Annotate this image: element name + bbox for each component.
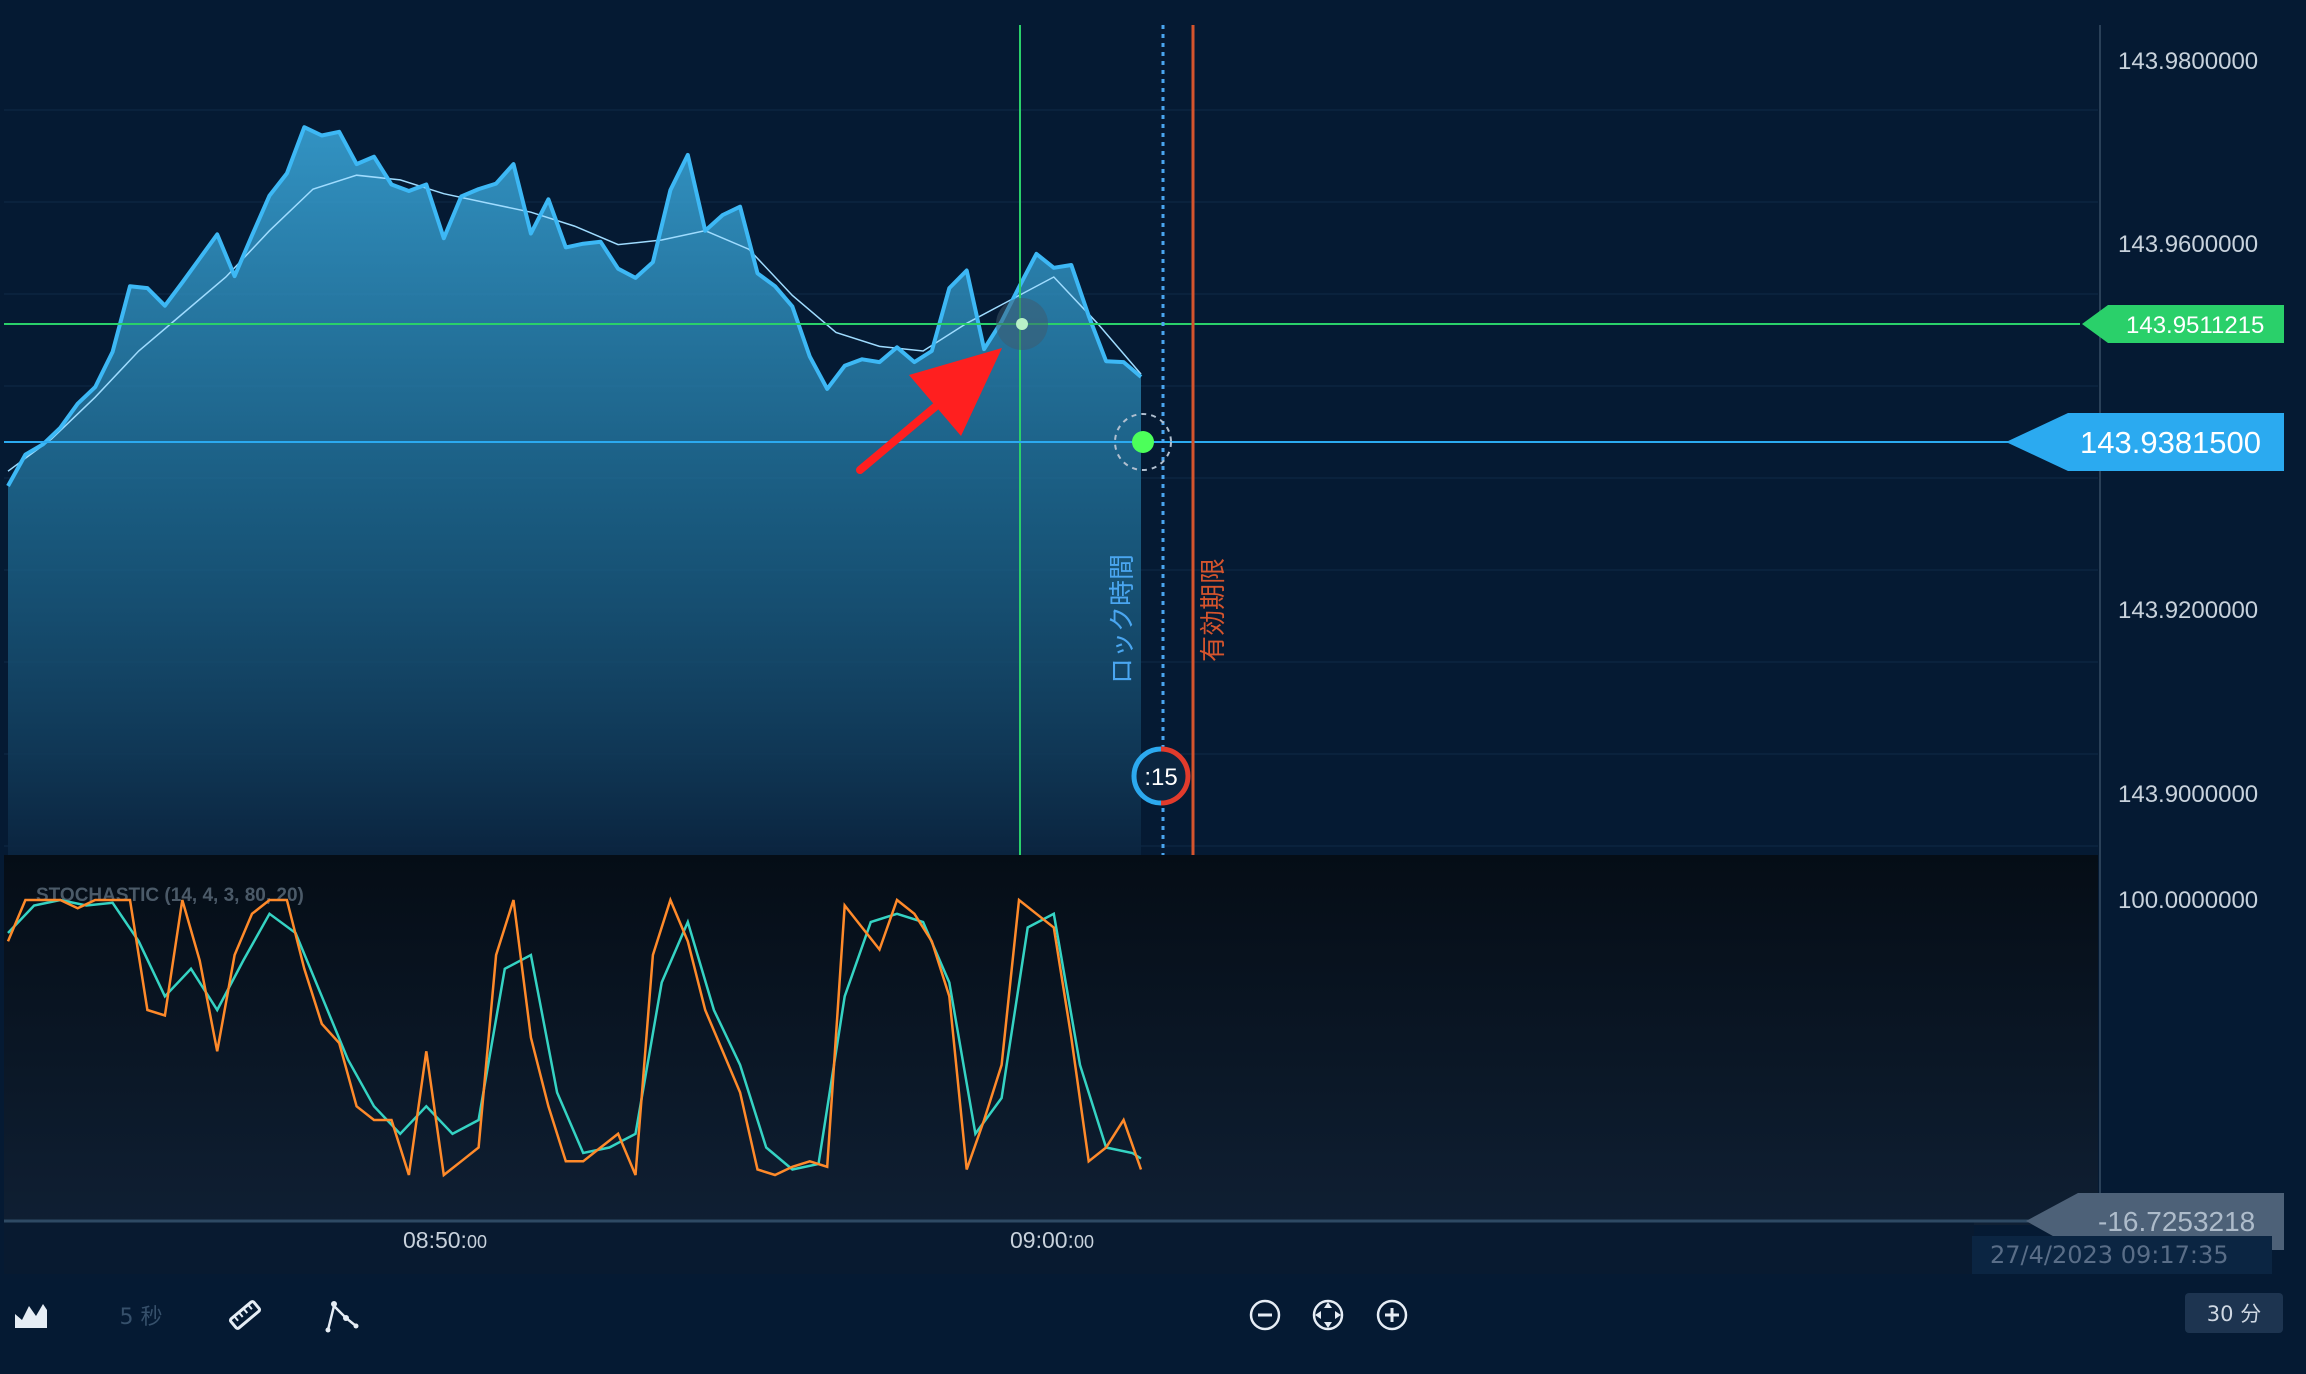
price-tick-4: 143.9000000 [2118,781,2258,808]
current-timestamp: 27/4/2023 09:17:35 [1972,1236,2272,1274]
price-tick-2: 143.9600000 [2118,231,2258,258]
zoom-out-icon[interactable] [1246,1295,1284,1335]
ruler-icon[interactable] [224,1295,266,1335]
crosshair-price-text: 143.9511215 [2126,312,2264,339]
time-axis-band [4,1222,1974,1274]
lock-time-label: ロック時間 [1108,554,1138,684]
price-tick-3: 143.9200000 [2118,597,2258,624]
fit-view-icon[interactable] [1309,1295,1347,1335]
stochastic-crosshair-text: -16.7253218 [2098,1206,2255,1237]
expiry-label: 有効期限 [1199,558,1229,662]
crosshair-point [1016,318,1028,330]
countdown-text: :15 [1144,764,1177,791]
stochastic-top-label: 100.0000000 [2118,887,2258,914]
area-chart-icon[interactable] [10,1295,52,1335]
stochastic-panel[interactable] [4,855,2098,1225]
current-point [1132,431,1154,453]
current-price-text: 143.9381500 [2080,425,2261,460]
trading-chart[interactable]: ロック時間 有効期限 :15 143.9800000 143.9600000 1… [0,0,2306,1274]
timeframe-selector[interactable]: 5 秒 [118,1295,164,1335]
price-tick-1: 143.9800000 [2118,48,2258,75]
drawing-tool-icon[interactable] [320,1295,362,1335]
zoom-in-icon[interactable] [1373,1295,1411,1335]
period-button[interactable]: 30 分 [2185,1293,2283,1333]
